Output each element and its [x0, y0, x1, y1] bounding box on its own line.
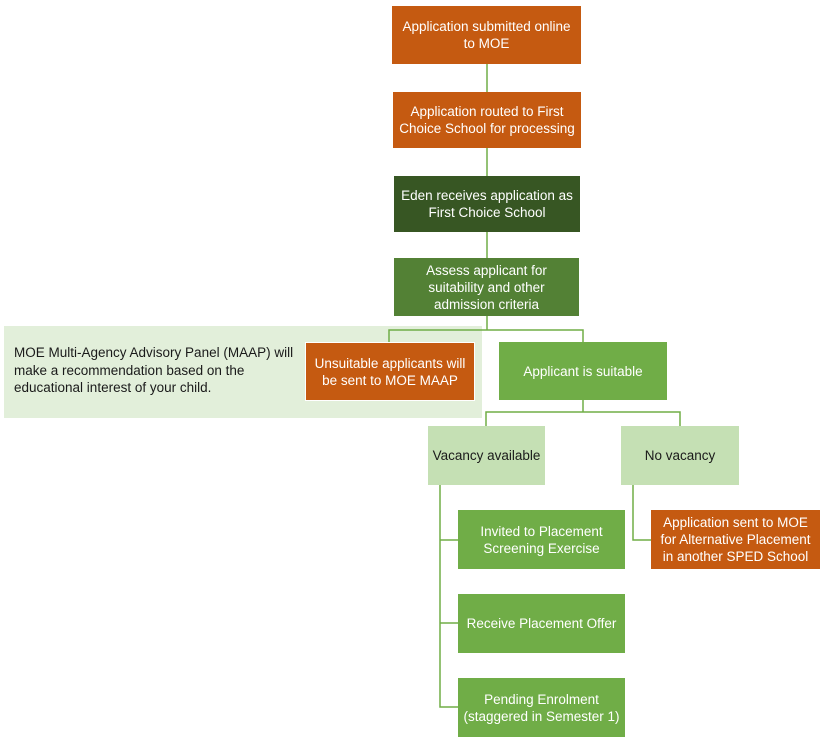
node-applicant-suitable-label: Applicant is suitable — [523, 363, 643, 379]
node-application-submitted-label: Application submitted online to MOE — [402, 19, 571, 51]
connector-vacancy-steps — [439, 485, 458, 708]
node-assess-applicant: Assess applicant for suitability and oth… — [394, 258, 579, 316]
node-unsuitable-applicants: Unsuitable applicants will be sent to MO… — [305, 342, 475, 401]
node-assess-applicant-label: Assess applicant for suitability and oth… — [426, 262, 547, 312]
node-application-submitted: Application submitted online to MOE — [392, 6, 581, 64]
connector-novacancy-alternative — [632, 485, 651, 541]
node-alternative-placement-label: Application sent to MOE for Alternative … — [660, 515, 811, 564]
node-no-vacancy-label: No vacancy — [644, 448, 716, 463]
node-vacancy-available-label: Vacancy available — [432, 448, 541, 463]
node-eden-receives: Eden receives application as First Choic… — [394, 176, 580, 232]
node-unsuitable-applicants-label: Unsuitable applicants will be sent to MO… — [314, 355, 466, 388]
node-pending-enrolment: Pending Enrolment (staggered in Semester… — [458, 678, 625, 737]
node-invited-screening-label: Invited to Placement Screening Exercise — [480, 523, 603, 556]
node-alternative-placement: Application sent to MOE for Alternative … — [651, 510, 820, 569]
node-eden-receives-label: Eden receives application as First Choic… — [401, 188, 573, 220]
node-vacancy-available: Vacancy available — [428, 426, 545, 485]
connector-branch-vacancy — [485, 411, 681, 426]
node-pending-enrolment-label: Pending Enrolment (staggered in Semester… — [463, 691, 620, 724]
node-receive-offer-label: Receive Placement Offer — [466, 616, 617, 631]
node-invited-screening: Invited to Placement Screening Exercise — [458, 510, 625, 569]
node-no-vacancy: No vacancy — [621, 426, 739, 485]
node-application-routed: Application routed to First Choice Schoo… — [393, 92, 581, 148]
node-receive-offer: Receive Placement Offer — [458, 594, 625, 653]
node-applicant-suitable: Applicant is suitable — [499, 342, 667, 400]
node-application-routed-label: Application routed to First Choice Schoo… — [399, 104, 575, 136]
